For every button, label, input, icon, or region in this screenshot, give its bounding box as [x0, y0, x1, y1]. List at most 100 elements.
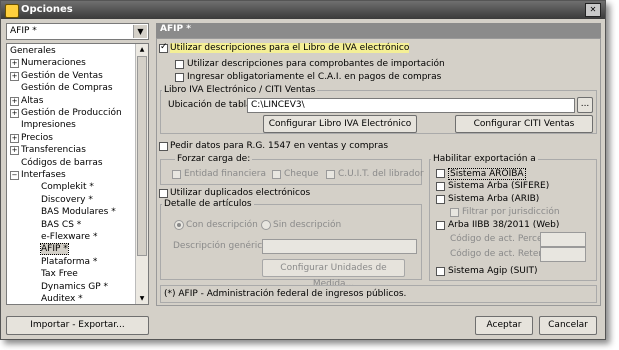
- tree-item-label: Plataforma *: [41, 256, 98, 267]
- scope-combobox[interactable]: AFIP * ▼: [6, 23, 149, 40]
- tree-item[interactable]: + Gestión de Producción: [10, 107, 122, 119]
- request-rg1547-checkbox[interactable]: [159, 142, 168, 151]
- detalle-articulos-title: Detalle de artículos: [162, 199, 254, 209]
- tree-item-label: Gestión de Ventas: [21, 70, 103, 81]
- tree-item-label: Tax Free: [41, 269, 78, 280]
- tree-item[interactable]: Plataforma *: [41, 256, 97, 268]
- generic-desc-input[interactable]: [262, 239, 417, 254]
- cheque-checkbox[interactable]: [272, 170, 281, 179]
- close-button[interactable]: ✕: [585, 3, 601, 17]
- chevron-down-icon[interactable]: ▼: [133, 25, 147, 38]
- tree-item-label: Discovery *: [41, 194, 93, 205]
- expand-icon[interactable]: +: [10, 133, 19, 143]
- use-iva-book-checkbox[interactable]: [159, 42, 168, 53]
- tree-item-label: Interfases: [21, 170, 66, 180]
- location-label: Ubicación de tablas:: [168, 100, 260, 110]
- tree-item[interactable]: Gestión de Compras: [10, 82, 113, 94]
- cuit-checkbox[interactable]: [326, 170, 335, 179]
- tree-item[interactable]: BAS Modulares *: [41, 206, 116, 218]
- generic-desc-label: Descripción genérica:: [173, 241, 271, 251]
- entidad-checkbox[interactable]: [172, 170, 181, 179]
- config-iva-button[interactable]: Configurar Libro IVA Electrónico: [263, 115, 417, 133]
- scroll-up-icon[interactable]: ▲: [137, 44, 147, 55]
- enter-cai-checkbox[interactable]: [175, 73, 184, 82]
- con-descripcion-label: Con descripción: [186, 220, 258, 230]
- arba-iibb-checkbox[interactable]: [436, 221, 445, 230]
- tree-item[interactable]: Generales: [10, 45, 56, 57]
- tree-scrollbar[interactable]: ▲ ▼: [135, 44, 148, 304]
- tree-item[interactable]: e-Flexware *: [41, 231, 97, 243]
- expand-icon[interactable]: +: [10, 96, 19, 106]
- scroll-down-icon[interactable]: ▼: [137, 293, 147, 304]
- habilitar-export-group: Habilitar exportación a Sistema AROIBA S…: [429, 154, 597, 281]
- config-units-button[interactable]: Configurar Unidades de Medida...: [262, 259, 405, 289]
- cod-percep-input[interactable]: [540, 232, 586, 247]
- expand-icon[interactable]: +: [10, 109, 19, 118]
- location-input[interactable]: C:\LINCEV3\: [247, 98, 575, 113]
- tree-item[interactable]: Discovery *: [41, 194, 93, 206]
- use-iva-book-label: Utilizar descripciones para el Libro de …: [170, 43, 410, 53]
- browse-button[interactable]: ...: [577, 97, 593, 113]
- tree-item-label: Códigos de barras: [21, 157, 103, 168]
- tree-item[interactable]: Códigos de barras: [10, 157, 103, 169]
- con-descripcion-radio[interactable]: [174, 220, 184, 230]
- agip-label: Sistema Agip (SUIT): [448, 266, 538, 276]
- filtrar-jurisdiccion-label: Filtrar por jurisdicción: [462, 207, 560, 217]
- tree-item[interactable]: Tax Free: [41, 268, 78, 280]
- sin-descripcion-radio[interactable]: [261, 220, 271, 230]
- options-tree[interactable]: Generales + Numeraciones + Gestión de Ventas…: [6, 43, 149, 305]
- tree-item[interactable]: + Altas: [10, 95, 43, 107]
- request-rg1547-label: Pedir datos para R.G. 1547 en ventas y c…: [170, 141, 389, 151]
- tree-item-label: Precios: [21, 132, 53, 143]
- expand-icon[interactable]: +: [10, 71, 19, 81]
- use-duplicates-label: Utilizar duplicados electrónicos: [170, 188, 311, 198]
- panel-title: AFIP *: [160, 24, 191, 34]
- arba-iibb-label: Arba IIBB 38/2011 (Web): [448, 220, 560, 230]
- window-title: Opciones: [21, 4, 73, 15]
- location-input-value: C:\LINCEV3\: [251, 100, 305, 110]
- app-icon: [5, 4, 19, 18]
- use-duplicates-checkbox[interactable]: [159, 189, 168, 198]
- tree-item[interactable]: + Precios: [10, 132, 53, 144]
- tree-item[interactable]: Auditex *: [41, 293, 83, 304]
- aroiba-checkbox[interactable]: [436, 169, 445, 178]
- footnote-box: (*) AFIP - Administración federal de ing…: [160, 285, 597, 303]
- tree-item[interactable]: Dynamics GP *: [41, 281, 108, 293]
- use-import-desc-checkbox[interactable]: [175, 60, 184, 69]
- tree-item-label: Complekit *: [41, 182, 94, 193]
- scrollbar-thumb[interactable]: [137, 56, 147, 256]
- arba-sifere-checkbox[interactable]: [436, 182, 445, 191]
- tree-item[interactable]: AFIP *: [40, 243, 69, 256]
- expand-icon[interactable]: +: [10, 146, 19, 156]
- config-citi-button[interactable]: Configurar CITI Ventas: [455, 115, 593, 133]
- sin-descripcion-label: Sin descripción: [273, 220, 342, 230]
- tree-item[interactable]: − Interfases: [10, 169, 66, 181]
- cheque-label: Cheque: [284, 169, 319, 179]
- expand-icon[interactable]: +: [10, 59, 19, 69]
- accept-button[interactable]: Aceptar: [475, 316, 533, 335]
- tree-item-label: Gestión de Compras: [21, 83, 113, 94]
- tree-item-label: Impresiones: [21, 120, 76, 131]
- detalle-articulos-group: Detalle de artículos Con descripción Sin…: [160, 199, 422, 289]
- options-window: Opciones ✕ AFIP * ▼ Generales + Numeracion…: [0, 0, 606, 340]
- tree-item[interactable]: Impresiones: [10, 119, 76, 131]
- use-import-desc-label: Utilizar descripciones para comprobantes…: [187, 59, 445, 69]
- tree-item-label: Altas: [21, 95, 44, 106]
- tree-item[interactable]: + Numeraciones: [10, 57, 86, 69]
- tree-item[interactable]: + Gestión de Ventas: [10, 70, 103, 82]
- filtrar-jurisdiccion-checkbox[interactable]: [450, 208, 459, 217]
- import-export-button[interactable]: Importar - Exportar...: [6, 316, 149, 335]
- tree-item[interactable]: + Transferencias: [10, 144, 86, 156]
- afip-options-panel: Utilizar descripciones para el Libro de …: [156, 38, 601, 306]
- cancel-button[interactable]: Cancelar: [539, 316, 597, 335]
- agip-checkbox[interactable]: [436, 267, 445, 276]
- cuit-label: C.U.I.T. del librador: [338, 169, 424, 179]
- panel-header: AFIP *: [156, 23, 601, 38]
- tree-item-label: Gestión de Producción: [21, 108, 122, 118]
- cod-reten-input[interactable]: [540, 247, 586, 262]
- collapse-icon[interactable]: −: [10, 171, 19, 180]
- tree-item[interactable]: BAS CS *: [41, 219, 81, 231]
- tree-item[interactable]: Complekit *: [41, 181, 94, 193]
- arba-arib-label: Sistema Arba (ARIB): [448, 194, 540, 204]
- arba-arib-checkbox[interactable]: [436, 195, 445, 204]
